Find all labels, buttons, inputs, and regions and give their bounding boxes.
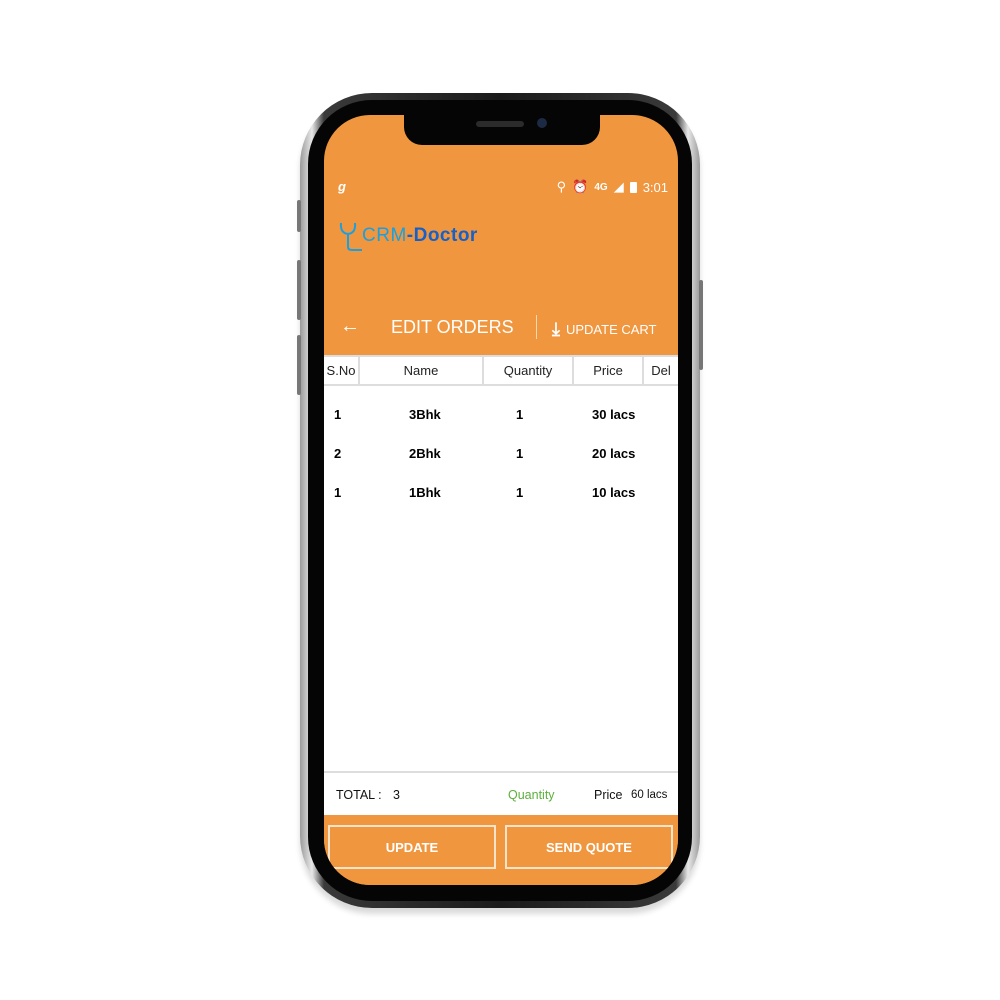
cell-name: 2Bhk [409, 446, 441, 461]
table-header: S.No Name Quantity Price Del [324, 355, 678, 386]
price-value: 60 lacs [631, 789, 668, 801]
cell-name: 1Bhk [409, 485, 441, 500]
app-screen: g ⚲ ⏰ 4G ◢ 3:01 CRM-Doctor ← EDIT ORDERS… [324, 115, 678, 885]
clock: 3:01 [642, 179, 668, 195]
table-row[interactable]: 2 2Bhk 1 20 lacs [324, 433, 678, 472]
send-quote-button[interactable]: SEND QUOTE [505, 825, 673, 869]
update-button[interactable]: UPDATE [328, 825, 496, 869]
battery-icon [629, 181, 637, 193]
cell-price: 20 lacs [592, 446, 636, 461]
total-value: 3 [393, 788, 400, 802]
cell-quantity: 1 [516, 485, 524, 500]
table-row[interactable]: 1 1Bhk 1 10 lacs [324, 472, 678, 511]
totals-bar: TOTAL : 3 Quantity Price 60 lacs [324, 771, 678, 817]
update-cart-button[interactable]: ⤓ UPDATE CART [552, 319, 657, 340]
volume-up-button [297, 260, 301, 320]
crm-doctor-logo: CRM-Doctor [338, 221, 478, 251]
logo-text-crm: CRM [362, 225, 407, 246]
arrow-left-icon[interactable]: ← [340, 315, 360, 338]
orders-table: S.No Name Quantity Price Del 1 3Bhk 1 30… [324, 355, 678, 773]
column-header-quantity: Quantity [484, 357, 574, 384]
page-title: EDIT ORDERS [391, 317, 514, 337]
location-icon: ⚲ [556, 179, 567, 194]
notch [404, 115, 600, 145]
cell-price: 30 lacs [592, 407, 636, 422]
cell-sno: 1 [334, 485, 342, 500]
column-header-price: Price [574, 357, 644, 384]
action-bar: UPDATE SEND QUOTE [324, 815, 678, 885]
4g-icon: 4G [594, 181, 608, 193]
mute-switch [297, 200, 301, 232]
price-label: Price [594, 788, 623, 802]
volume-down-button [297, 335, 301, 395]
cell-quantity: 1 [516, 446, 524, 461]
download-icon: ⤓ [552, 319, 560, 339]
stethoscope-icon [339, 222, 362, 251]
total-label: TOTAL : [336, 788, 382, 802]
cell-price: 10 lacs [592, 485, 636, 500]
toolbar: ← EDIT ORDERS ⤓ UPDATE CART [324, 311, 678, 347]
update-cart-label: UPDATE CART [565, 322, 657, 337]
speaker [476, 121, 524, 127]
power-button [699, 280, 703, 370]
column-header-del: Del [651, 363, 671, 378]
table-row[interactable]: 1 3Bhk 1 30 lacs [324, 394, 678, 433]
cell-sno: 1 [334, 407, 342, 422]
quantity-label: Quantity [508, 788, 555, 802]
cell-quantity: 1 [516, 407, 524, 422]
g-notification-icon: g [338, 179, 346, 194]
toolbar-divider [536, 315, 537, 339]
camera [537, 118, 547, 128]
column-header-name: Name [360, 357, 484, 384]
cell-sno: 2 [334, 446, 342, 461]
alarm-icon: ⏰ [572, 179, 589, 194]
logo-text-doctor: -Doctor [406, 225, 478, 246]
cell-name: 3Bhk [409, 407, 441, 422]
column-header-sno: S.No [324, 357, 360, 384]
status-bar: g ⚲ ⏰ 4G ◢ 3:01 [324, 179, 678, 201]
signal-icon: ◢ [613, 179, 624, 194]
